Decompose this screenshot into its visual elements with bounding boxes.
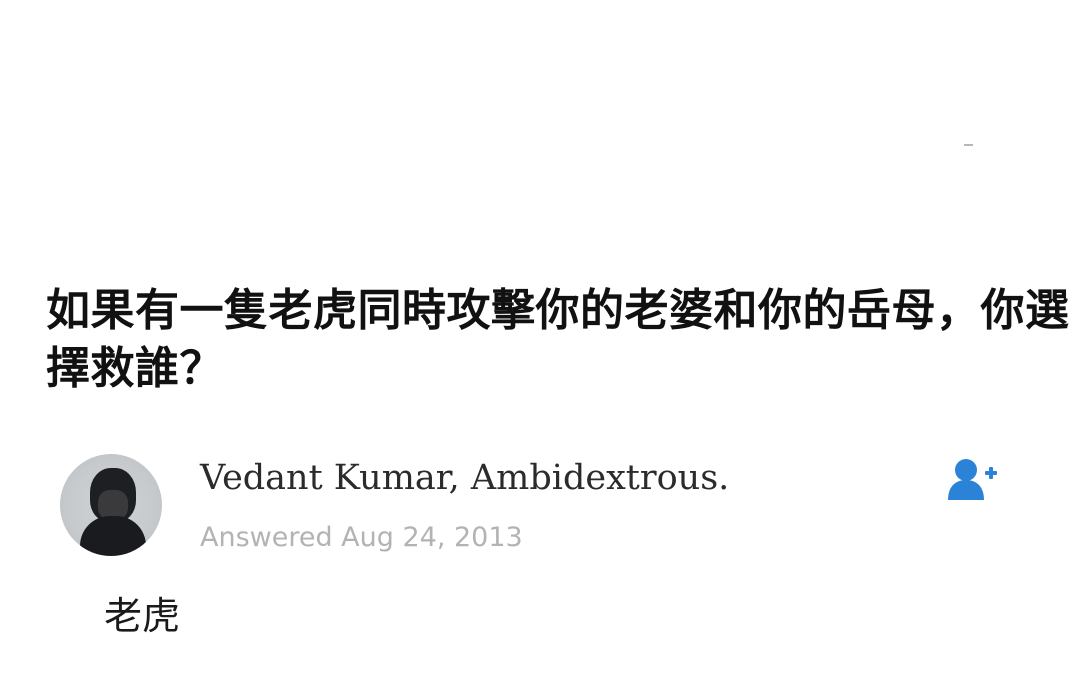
question-title: 如果有一隻老虎同時攻擊你的老婆和你的岳母，你選擇救誰？ [46,285,1070,394]
avatar[interactable] [60,454,162,556]
follow-button[interactable] [944,456,1004,506]
add-user-icon [948,459,997,500]
divider-mark [964,144,973,146]
answered-date: Answered Aug 24, 2013 [200,522,523,553]
avatar-body [80,516,146,556]
answer-body: 老虎 [104,594,181,638]
author-name[interactable]: Vedant Kumar, Ambidextrous. [200,454,729,502]
answer-header: Vedant Kumar, Ambidextrous. Answered Aug… [60,450,1040,570]
meme-page: 如果有一隻老虎同時攻擊你的老婆和你的岳母，你選擇救誰？ Vedant Kumar… [0,0,1080,700]
